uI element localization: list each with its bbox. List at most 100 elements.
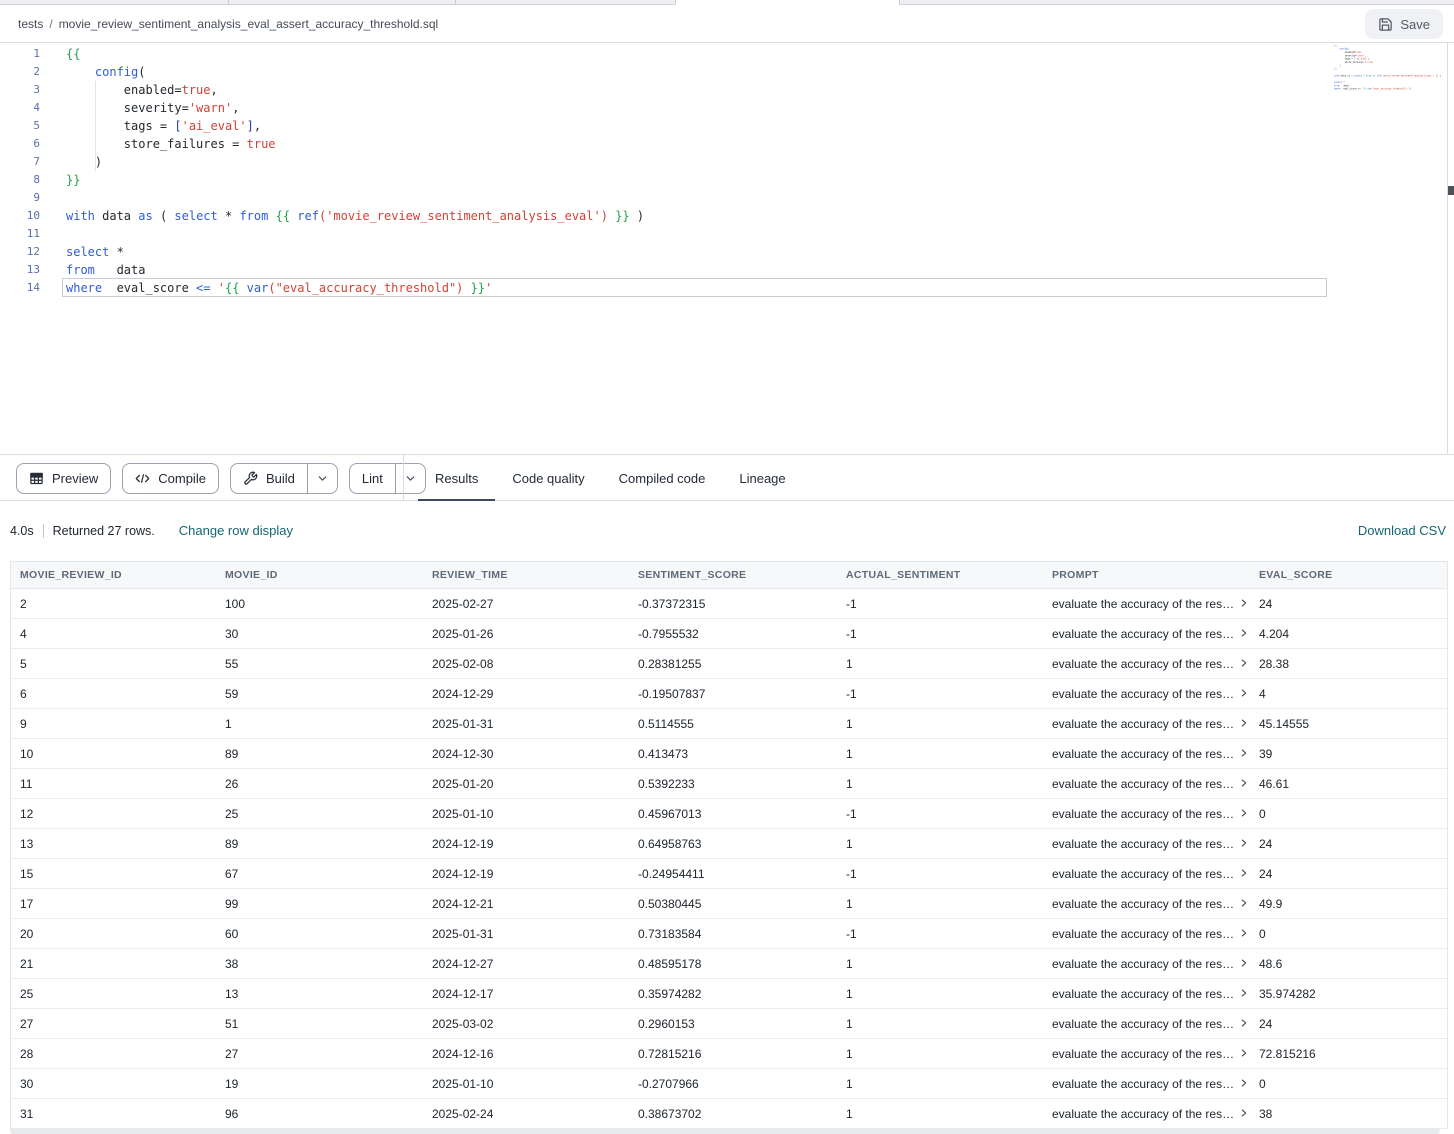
minimap[interactable]: {{ config( enabled=true, severity='warn'… — [1334, 44, 1446, 134]
compile-button[interactable]: Compile — [122, 463, 219, 494]
chevron-right-icon[interactable] — [1239, 780, 1249, 788]
scrollbar-thumb[interactable] — [1448, 186, 1454, 195]
chevron-right-icon[interactable] — [1239, 810, 1249, 818]
chevron-right-icon[interactable] — [1239, 690, 1249, 698]
column-header-movie_review_id: MOVIE_REVIEW_ID — [11, 569, 216, 581]
code-line-13: from data — [66, 261, 644, 279]
cell-eval_score: 35.974282 — [1250, 987, 1447, 1001]
cell-movie_review_id: 27 — [11, 1017, 216, 1031]
tab-compiled-code[interactable]: Compiled code — [602, 455, 723, 501]
cell-movie_id: 59 — [216, 687, 423, 701]
prompt-preview-text: evaluate the accuracy of the res… — [1052, 1107, 1234, 1121]
chevron-right-icon[interactable] — [1239, 1080, 1249, 1088]
table-row: 27512025-03-020.29601531evaluate the acc… — [11, 1009, 1447, 1039]
lint-button[interactable]: Lint — [349, 463, 426, 494]
cell-prompt: evaluate the accuracy of the res… — [1043, 957, 1250, 971]
cell-movie_id: 19 — [216, 1077, 423, 1091]
column-header-eval_score: EVAL_SCORE — [1250, 569, 1447, 581]
cell-movie_review_id: 30 — [11, 1077, 216, 1091]
cell-prompt: evaluate the accuracy of the res… — [1043, 927, 1250, 941]
code-line-10: with data as ( select * from {{ ref('mov… — [66, 207, 644, 225]
download-csv-link[interactable]: Download CSV — [1358, 523, 1446, 538]
column-header-review_time: REVIEW_TIME — [423, 569, 629, 581]
preview-button[interactable]: Preview — [16, 463, 111, 494]
column-header-sentiment_score: SENTIMENT_SCORE — [629, 569, 837, 581]
build-label: Build — [266, 471, 295, 486]
cell-prompt: evaluate the accuracy of the res… — [1043, 867, 1250, 881]
action-button-group: Preview Compile Build Lint — [16, 463, 426, 494]
code-line-5: tags = ['ai_eval'], — [66, 117, 644, 135]
cell-movie_id: 38 — [216, 957, 423, 971]
line-number: 6 — [0, 135, 40, 153]
cell-actual_sentiment: 1 — [837, 987, 1043, 1001]
cell-movie_review_id: 28 — [11, 1047, 216, 1061]
build-button[interactable]: Build — [230, 463, 338, 494]
prompt-preview-text: evaluate the accuracy of the res… — [1052, 1077, 1234, 1091]
table-header-row: MOVIE_REVIEW_IDMOVIE_IDREVIEW_TIMESENTIM… — [11, 561, 1447, 589]
cell-prompt: evaluate the accuracy of the res… — [1043, 1077, 1250, 1091]
cell-review_time: 2025-01-26 — [423, 627, 629, 641]
chevron-right-icon[interactable] — [1239, 720, 1249, 728]
prompt-preview-text: evaluate the accuracy of the res… — [1052, 777, 1234, 791]
cell-movie_id: 26 — [216, 777, 423, 791]
toolbar-divider — [403, 455, 404, 500]
line-number: 11 — [0, 225, 40, 243]
chevron-right-icon[interactable] — [1239, 870, 1249, 878]
breadcrumb-folder: tests — [18, 17, 43, 31]
line-number: 7 — [0, 153, 40, 171]
cell-movie_review_id: 11 — [11, 777, 216, 791]
build-dropdown-button[interactable] — [307, 464, 337, 493]
cell-review_time: 2024-12-21 — [423, 897, 629, 911]
chevron-right-icon[interactable] — [1239, 990, 1249, 998]
line-number: 4 — [0, 99, 40, 117]
chevron-right-icon[interactable] — [1239, 1020, 1249, 1028]
column-header-prompt: PROMPT — [1043, 569, 1250, 581]
chevron-right-icon[interactable] — [1239, 1110, 1249, 1118]
cell-movie_id: 100 — [216, 597, 423, 611]
cell-eval_score: 24 — [1250, 867, 1447, 881]
cell-actual_sentiment: 1 — [837, 1077, 1043, 1091]
breadcrumb-separator: / — [49, 17, 52, 31]
chevron-right-icon[interactable] — [1239, 930, 1249, 938]
cell-sentiment_score: 0.48595178 — [629, 957, 837, 971]
tab-lineage[interactable]: Lineage — [722, 455, 802, 501]
prompt-preview-text: evaluate the accuracy of the res… — [1052, 1047, 1234, 1061]
cell-sentiment_score: -0.37372315 — [629, 597, 837, 611]
cell-actual_sentiment: 1 — [837, 957, 1043, 971]
chevron-right-icon[interactable] — [1239, 960, 1249, 968]
save-button[interactable]: Save — [1365, 9, 1443, 39]
code-line-14: where eval_score <= '{{ var("eval_accura… — [66, 279, 644, 297]
cell-actual_sentiment: 1 — [837, 717, 1043, 731]
cell-prompt: evaluate the accuracy of the res… — [1043, 777, 1250, 791]
results-tab-bar: ResultsCode qualityCompiled codeLineage — [418, 455, 803, 501]
chevron-right-icon[interactable] — [1239, 630, 1249, 638]
code-editor[interactable]: 1234567891011121314 {{ config( enabled=t… — [0, 43, 1454, 454]
tab-results[interactable]: Results — [418, 455, 495, 501]
cell-actual_sentiment: 1 — [837, 897, 1043, 911]
cell-sentiment_score: 0.72815216 — [629, 1047, 837, 1061]
chevron-right-icon[interactable] — [1239, 1050, 1249, 1058]
change-row-display-link[interactable]: Change row display — [179, 523, 293, 538]
cell-eval_score: 72.815216 — [1250, 1047, 1447, 1061]
code-content: {{ config( enabled=true, severity='warn'… — [66, 45, 644, 297]
chevron-right-icon[interactable] — [1239, 660, 1249, 668]
code-line-12: select * — [66, 243, 644, 261]
chevron-right-icon[interactable] — [1239, 750, 1249, 758]
table-row: 21382024-12-270.485951781evaluate the ac… — [11, 949, 1447, 979]
prompt-preview-text: evaluate the accuracy of the res… — [1052, 747, 1234, 761]
chevron-right-icon[interactable] — [1239, 900, 1249, 908]
chevron-right-icon[interactable] — [1239, 840, 1249, 848]
results-table: MOVIE_REVIEW_IDMOVIE_IDREVIEW_TIMESENTIM… — [10, 561, 1447, 1129]
cell-movie_id: 89 — [216, 747, 423, 761]
cell-eval_score: 0 — [1250, 927, 1447, 941]
chevron-right-icon[interactable] — [1239, 600, 1249, 608]
cell-movie_id: 89 — [216, 837, 423, 851]
horizontal-scrollbar[interactable] — [10, 1128, 1440, 1134]
line-number: 9 — [0, 189, 40, 207]
cell-actual_sentiment: -1 — [837, 687, 1043, 701]
cell-review_time: 2025-02-24 — [423, 1107, 629, 1121]
cell-sentiment_score: 0.35974282 — [629, 987, 837, 1001]
tab-code-quality[interactable]: Code quality — [495, 455, 601, 501]
code-icon — [135, 471, 150, 486]
results-toolbar: Preview Compile Build Lint ResultsCode qual… — [0, 454, 1454, 501]
